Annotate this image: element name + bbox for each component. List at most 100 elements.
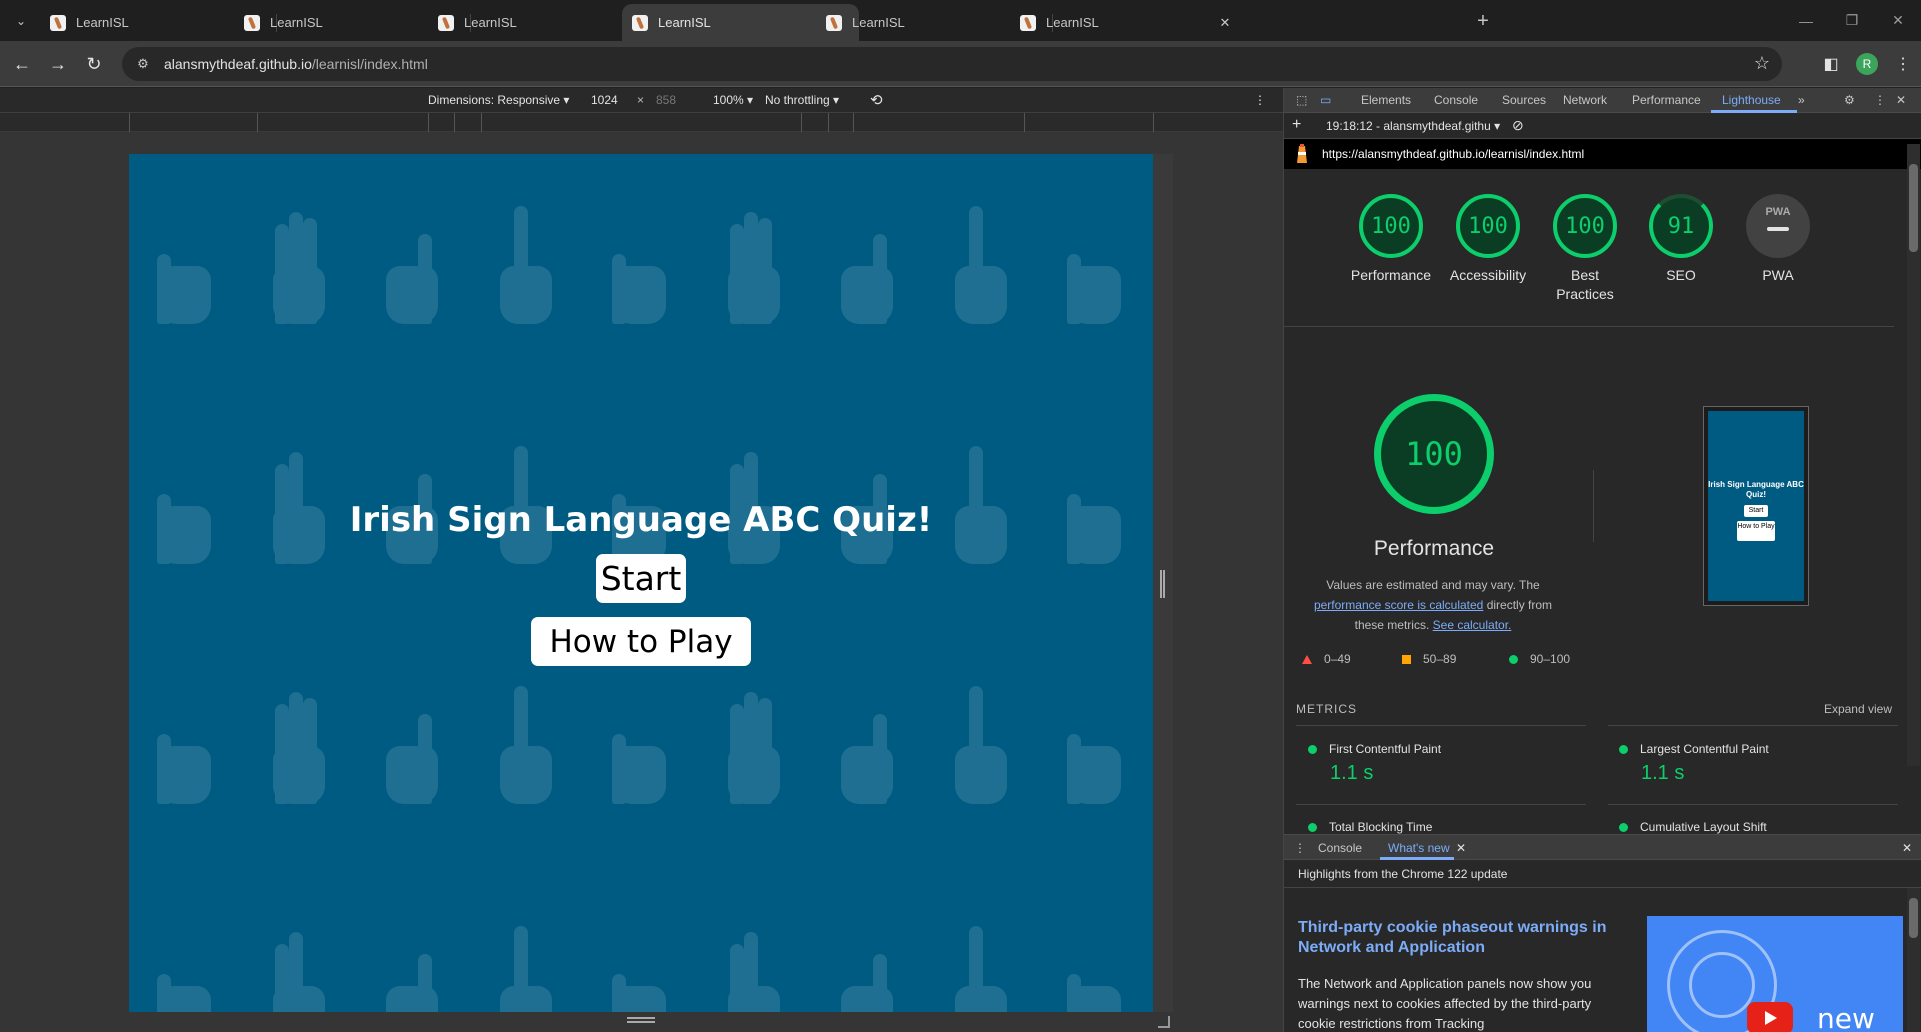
sign-hands-row — [129, 414, 1153, 564]
whats-new-header: Highlights from the Chrome 122 update — [1284, 860, 1921, 888]
divider — [1296, 725, 1586, 726]
drawer-tab-whats-new[interactable]: What's new — [1388, 841, 1450, 855]
c-hand-icon — [378, 684, 448, 804]
url-path: /learnisl/index.html — [311, 56, 428, 72]
whats-new-video-thumbnail[interactable]: new — [1647, 916, 1903, 1032]
report-time: 19:18:12 - alansmythdeaf.githu — [1326, 119, 1491, 133]
score-pwa[interactable]: PWA PWA — [1733, 194, 1823, 285]
score-label: Accessibility — [1449, 267, 1527, 283]
tab-console[interactable]: Console — [1434, 93, 1478, 107]
whats-new-title[interactable]: Third-party cookie phaseout warnings in … — [1298, 918, 1638, 958]
drawer-menu-icon[interactable]: ⋮ — [1294, 841, 1306, 855]
score-best-practices[interactable]: 100 Best Practices — [1545, 194, 1625, 304]
forward-button[interactable]: → — [44, 50, 72, 78]
see-calculator-link[interactable]: See calculator. — [1433, 618, 1512, 632]
site-info-icon[interactable]: ⚙ — [128, 49, 158, 79]
tab-performance[interactable]: Performance — [1632, 93, 1701, 107]
triangle-icon — [1302, 654, 1312, 664]
zoom-label: 100% — [713, 93, 744, 107]
side-panel-icon[interactable]: ◧ — [1813, 54, 1849, 74]
metric-value: 1.1 s — [1641, 762, 1685, 784]
lighthouse-icon — [1297, 144, 1307, 163]
drawer-tab-console[interactable]: Console — [1318, 841, 1362, 855]
chevron-down-icon: ⌄ — [15, 14, 27, 28]
height-input[interactable]: 858 — [656, 93, 676, 107]
media-query-bar[interactable] — [0, 113, 1283, 132]
inspect-element-icon[interactable]: ⬚ — [1296, 93, 1307, 107]
start-button[interactable]: Start — [596, 554, 686, 603]
fist-hand-icon — [151, 204, 221, 324]
tab-title: LearnISL — [76, 15, 129, 30]
profile-avatar[interactable]: R — [1856, 53, 1878, 75]
metric-tbt: Total Blocking Time — [1308, 820, 1432, 834]
minimize-icon[interactable]: — — [1783, 0, 1829, 41]
legend-label: 50–89 — [1423, 652, 1457, 666]
dimensions-label: Dimensions: Responsive — [428, 93, 561, 107]
address-bar[interactable]: ⚙ alansmythdeaf.github.io/learnisl/index… — [122, 47, 1782, 81]
close-tab-icon[interactable]: ✕ — [1456, 841, 1466, 855]
dimensions-dropdown[interactable]: Dimensions: Responsive ▾ — [428, 93, 569, 107]
fist-hand-icon — [151, 684, 221, 804]
score-calculated-link[interactable]: performance score is calculated — [1314, 598, 1483, 612]
tab-elements[interactable]: Elements — [1361, 93, 1411, 107]
metric-fcp: First Contentful Paint 1.1 s — [1308, 742, 1441, 785]
how-to-play-button[interactable]: How to Play — [531, 617, 751, 666]
more-menu-icon[interactable]: ⋮ — [1885, 54, 1921, 74]
divider — [1608, 804, 1898, 805]
zoom-dropdown[interactable]: 100% ▾ — [713, 93, 753, 107]
times-icon: × — [637, 93, 645, 107]
width-input[interactable]: 1024 — [591, 93, 618, 107]
legend-label: 0–49 — [1324, 652, 1351, 666]
resize-handle-bottom[interactable] — [627, 1017, 655, 1023]
fist-hand-icon — [1061, 204, 1131, 324]
back-button[interactable]: ← — [8, 50, 36, 78]
close-drawer-icon[interactable]: ✕ — [1902, 841, 1912, 855]
close-window-icon[interactable]: ✕ — [1875, 0, 1921, 41]
settings-gear-icon[interactable]: ⚙ — [1844, 93, 1855, 107]
rotate-icon[interactable]: ⟲ — [870, 91, 883, 109]
score-performance[interactable]: 100 Performance — [1346, 194, 1436, 285]
expand-view-button[interactable]: Expand view — [1824, 702, 1892, 716]
tab-title: LearnISL — [1046, 15, 1099, 30]
thumbnail-title: Irish Sign Language ABC Quiz! — [1708, 480, 1804, 499]
drawer-scrollbar[interactable] — [1907, 888, 1920, 1032]
device-more-icon[interactable]: ⋮ — [1254, 93, 1266, 107]
clear-icon[interactable]: ⊘ — [1512, 117, 1524, 134]
report-url[interactable]: https://alansmythdeaf.github.io/learnisl… — [1322, 147, 1584, 161]
tab-sources[interactable]: Sources — [1502, 93, 1546, 107]
new-report-icon[interactable]: + — [1292, 116, 1301, 134]
tab-network[interactable]: Network — [1563, 93, 1607, 107]
bookmark-star-icon[interactable]: ☆ — [1754, 53, 1770, 74]
report-selector[interactable]: 19:18:12 - alansmythdeaf.githu ▾ — [1326, 119, 1500, 133]
legend-label: 90–100 — [1530, 652, 1571, 666]
plus-icon: + — [1477, 9, 1489, 32]
resize-handle-right[interactable] — [1160, 570, 1165, 598]
sign-hands-row — [129, 654, 1153, 804]
devtools-menu-icon[interactable]: ⋮ — [1874, 93, 1886, 107]
restore-icon[interactable]: ❐ — [1829, 0, 1875, 41]
final-screenshot-thumbnail[interactable]: Irish Sign Language ABC Quiz! Start How … — [1703, 406, 1809, 606]
device-toggle-icon[interactable]: ▭ — [1320, 93, 1331, 107]
more-tabs-icon[interactable]: » — [1798, 93, 1805, 107]
browser-tab[interactable]: LearnISL ✕ — [1010, 4, 1247, 41]
tab-strip: ⌄ LearnISL ✕ LearnISL ✕ LearnISL ✕ LearnISL… — [0, 0, 1921, 41]
close-icon[interactable]: ✕ — [1215, 13, 1235, 33]
tab-title: LearnISL — [270, 15, 323, 30]
circle-icon — [1308, 744, 1317, 754]
devtools-tabbar: ⬚ ▭ Elements Console Sources Network Per… — [1284, 88, 1921, 113]
device-toolbar: Dimensions: Responsive ▾ 1024 × 858 100%… — [0, 88, 1283, 113]
score-seo[interactable]: 91 SEO — [1636, 194, 1726, 285]
point-hand-icon — [492, 684, 562, 804]
close-devtools-icon[interactable]: ✕ — [1896, 93, 1906, 107]
resize-handle-corner[interactable] — [1158, 1016, 1170, 1028]
score-accessibility[interactable]: 100 Accessibility — [1443, 194, 1533, 285]
note-text: Values are estimated and may vary. The — [1326, 578, 1540, 592]
tab-search-button[interactable]: ⌄ — [8, 8, 34, 34]
new-tab-button[interactable]: + — [1470, 8, 1496, 34]
tab-lighthouse[interactable]: Lighthouse — [1722, 93, 1781, 107]
url-text[interactable]: alansmythdeaf.github.io/learnisl/index.h… — [164, 56, 428, 72]
toolbar-actions: ◧ R ⋮ — [1813, 41, 1921, 87]
throttling-dropdown[interactable]: No throttling ▾ — [765, 93, 839, 107]
report-scrollbar[interactable] — [1907, 144, 1920, 766]
reload-button[interactable]: ↻ — [80, 50, 108, 78]
